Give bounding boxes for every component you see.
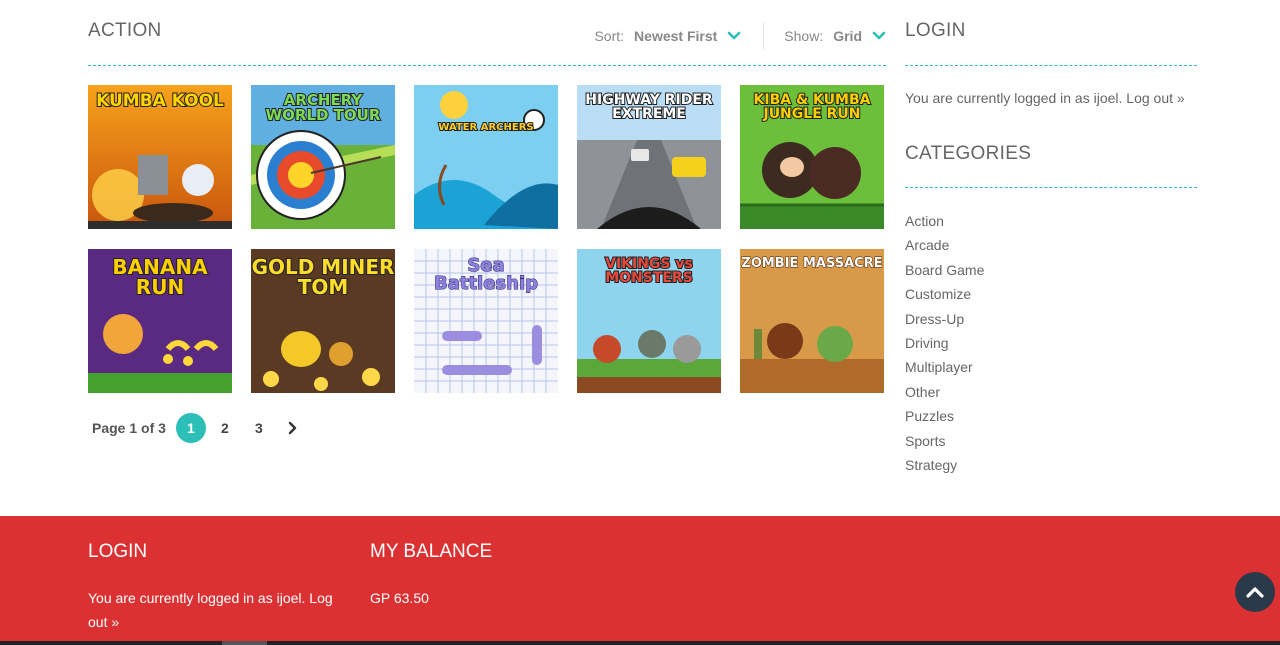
category-item[interactable]: Arcade: [905, 235, 984, 259]
sidebar-logout-link[interactable]: Log out »: [1126, 90, 1184, 106]
game-tile[interactable]: KUMBA KOOL: [88, 85, 232, 229]
game-tile[interactable]: ARCHERY WORLD TOUR: [251, 85, 395, 229]
game-title: WATER ARCHERS: [437, 122, 534, 134]
category-item[interactable]: Puzzles: [905, 406, 984, 430]
sidebar-login-divider: [905, 65, 1197, 66]
sidebar-login-title: LOGIN: [905, 20, 966, 41]
game-title: ZOMBIE MASSACRE: [741, 256, 883, 271]
game-tile[interactable]: Sea Battleship: [414, 249, 558, 393]
page-info: Page 1 of 3: [92, 420, 166, 436]
sort-value: Newest First: [634, 28, 718, 44]
game-title: VIKINGS vs MONSTERS: [604, 256, 694, 286]
game-title: Sea Battleship: [433, 255, 539, 294]
game-title: ARCHERY WORLD TOUR: [265, 91, 382, 124]
game-title: KUMBA KOOL: [95, 91, 225, 111]
chevron-down-icon: [727, 31, 741, 40]
categories-title: CATEGORIES: [905, 143, 1032, 164]
footer-login-text: You are currently logged in as ijoel.: [88, 590, 306, 606]
footer-login-status: You are currently logged in as ijoel. Lo…: [88, 586, 348, 634]
login-status-text: You are currently logged in as ijoel.: [905, 90, 1123, 106]
game-grid: KUMBA KOOL ARCHERY WORLD TOUR WATER ARCH…: [88, 85, 884, 393]
bottom-bar: [0, 641, 1280, 645]
game-tile[interactable]: VIKINGS vs MONSTERS: [577, 249, 721, 393]
page-title: ACTION: [88, 20, 162, 41]
sidebar-login-status: You are currently logged in as ijoel. Lo…: [905, 90, 1185, 106]
category-list: Action Arcade Board Game Customize Dress…: [905, 211, 984, 479]
sort-label: Sort:: [594, 28, 625, 44]
game-title: GOLD MINER TOM: [251, 255, 395, 299]
game-tile[interactable]: ZOMBIE MASSACRE: [740, 249, 884, 393]
controls-divider: [763, 22, 765, 50]
category-item[interactable]: Sports: [905, 431, 984, 455]
game-title: HIGHWAY RIDER EXTREME: [584, 92, 713, 122]
game-title: BANANA RUN: [111, 255, 208, 299]
category-item[interactable]: Board Game: [905, 260, 984, 284]
category-item[interactable]: Strategy: [905, 455, 984, 479]
game-tile[interactable]: WATER ARCHERS: [414, 85, 558, 229]
page-3-button[interactable]: 3: [244, 413, 274, 443]
category-item[interactable]: Driving: [905, 333, 984, 357]
title-divider: [88, 65, 886, 66]
sort-dropdown[interactable]: Sort: Newest First: [594, 28, 741, 44]
category-item[interactable]: Other: [905, 382, 984, 406]
page-2-button[interactable]: 2: [210, 413, 240, 443]
game-title: KIBA & KUMBA JUNGLE RUN: [753, 92, 872, 122]
bottom-bar-mark: [222, 641, 267, 645]
game-thumbnail: [414, 85, 558, 229]
chevron-up-icon: [1246, 587, 1264, 598]
next-page-button[interactable]: [278, 413, 308, 443]
balance-value: GP 63.50: [370, 590, 429, 606]
category-item[interactable]: Dress-Up: [905, 309, 984, 333]
page-1-button[interactable]: 1: [175, 413, 206, 443]
listing-controls: Sort: Newest First Show: Grid: [594, 22, 886, 50]
category-item[interactable]: Multiplayer: [905, 357, 984, 381]
category-item[interactable]: Customize: [905, 284, 984, 308]
game-tile[interactable]: HIGHWAY RIDER EXTREME: [577, 85, 721, 229]
game-tile[interactable]: KIBA & KUMBA JUNGLE RUN: [740, 85, 884, 229]
show-value: Grid: [833, 28, 862, 44]
show-label: Show:: [784, 28, 824, 44]
back-to-top-button[interactable]: [1235, 572, 1275, 612]
pagination: Page 1 of 3 1 2 3: [92, 413, 312, 443]
chevron-down-icon: [872, 31, 886, 40]
category-item[interactable]: Action: [905, 211, 984, 235]
categories-divider: [905, 187, 1197, 188]
show-dropdown[interactable]: Show: Grid: [784, 28, 886, 44]
footer: LOGIN You are currently logged in as ijo…: [0, 516, 1280, 641]
chevron-right-icon: [288, 421, 297, 435]
game-tile[interactable]: GOLD MINER TOM: [251, 249, 395, 393]
balance-title: MY BALANCE: [370, 541, 493, 562]
footer-login-title: LOGIN: [88, 541, 148, 562]
game-tile[interactable]: BANANA RUN: [88, 249, 232, 393]
